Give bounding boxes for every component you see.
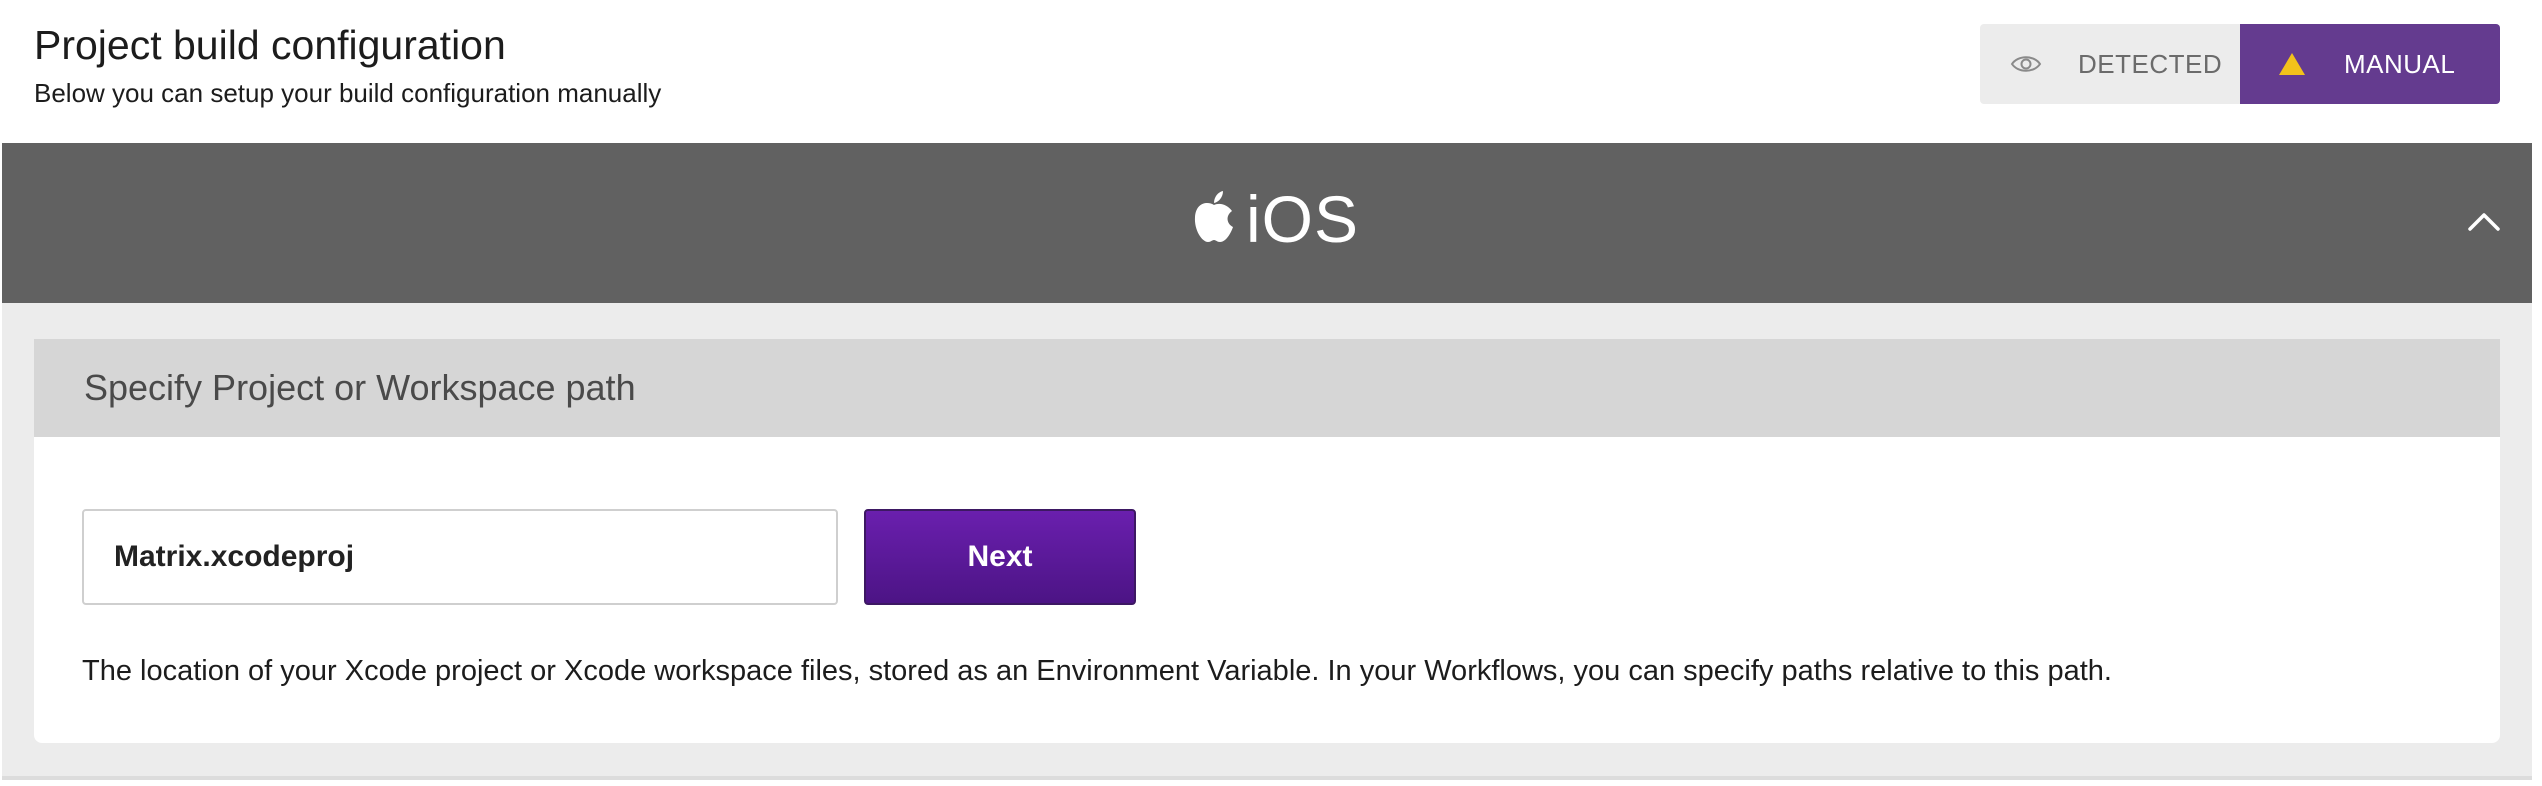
chevron-up-icon[interactable] <box>2464 201 2504 241</box>
project-path-input[interactable] <box>82 509 838 605</box>
platform-bar-ios[interactable]: iOS <box>2 143 2532 303</box>
apple-icon <box>1192 190 1236 249</box>
page-subtitle: Below you can setup your build configura… <box>34 78 662 108</box>
path-help-text: The location of your Xcode project or Xc… <box>82 655 2112 687</box>
mode-toggle: DETECTED MANUAL <box>1980 24 2500 104</box>
platform-label-group: iOS <box>1192 179 1359 259</box>
divider <box>2 776 2532 780</box>
warning-triangle-icon <box>2278 52 2306 76</box>
manual-mode-label: MANUAL <box>2344 48 2456 79</box>
page: Project build configuration Below you ca… <box>0 0 2542 786</box>
page-header: Project build configuration Below you ca… <box>0 0 2542 142</box>
section-title: Specify Project or Workspace path <box>84 367 636 408</box>
platform-label: iOS <box>1246 182 1360 256</box>
next-button[interactable]: Next <box>864 509 1136 605</box>
platform-content: Specify Project or Workspace path Next T… <box>2 303 2532 777</box>
page-title: Project build configuration <box>34 22 506 68</box>
detected-mode-label: DETECTED <box>2078 48 2223 79</box>
section-header: Specify Project or Workspace path <box>34 339 2500 437</box>
detected-mode-button[interactable]: DETECTED <box>1980 24 2240 104</box>
manual-mode-button[interactable]: MANUAL <box>2240 24 2500 104</box>
eye-icon <box>2010 53 2042 75</box>
section-body: Next The location of your Xcode project … <box>34 437 2500 743</box>
